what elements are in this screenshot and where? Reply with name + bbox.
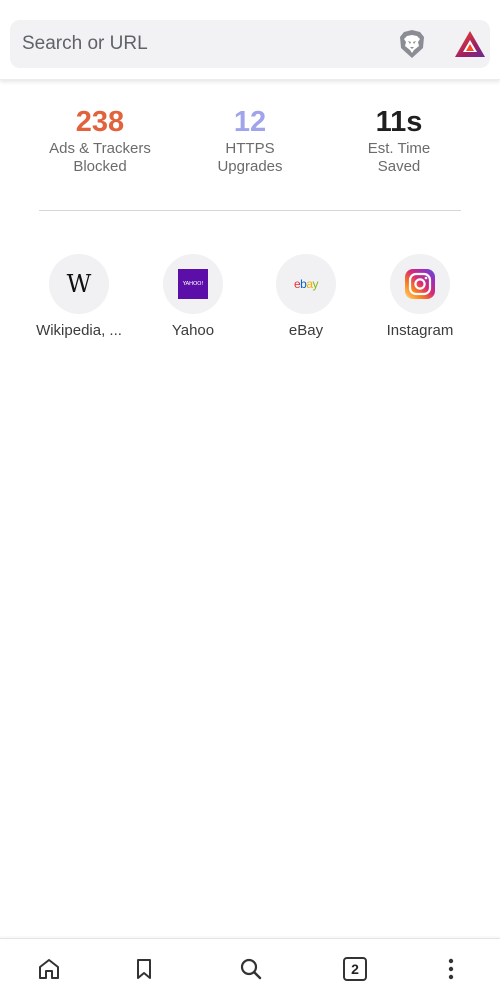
menu-button[interactable]: [436, 954, 466, 984]
new-tab-page: 238 Ads & Trackers Blocked 12 HTTPS Upgr…: [0, 0, 500, 1000]
menu-icon: [448, 958, 454, 980]
top-site-label: Yahoo: [171, 322, 215, 339]
stat-label: Saved: [377, 158, 421, 175]
tabs-icon: 2: [343, 957, 367, 981]
stat-time-saved: 11s Est. Time Saved: [324, 104, 474, 176]
top-site-yahoo[interactable]: YAHOO! Yahoo: [136, 254, 250, 339]
instagram-icon: [390, 254, 450, 314]
bottom-toolbar: 2: [0, 938, 500, 1000]
top-site-ebay[interactable]: ebay eBay: [249, 254, 363, 339]
bookmark-icon: [137, 959, 151, 979]
ebay-icon: ebay: [276, 254, 336, 314]
wikipedia-icon: W: [49, 254, 109, 314]
search-button[interactable]: [236, 954, 266, 984]
brave-shields-icon[interactable]: [396, 28, 428, 60]
tab-count: 2: [351, 961, 359, 977]
tabs-button[interactable]: 2: [340, 954, 370, 984]
stat-ads-trackers-blocked: 238 Ads & Trackers Blocked: [25, 104, 175, 176]
stat-label: Blocked: [73, 158, 127, 175]
search-bar[interactable]: [10, 20, 490, 68]
stat-value: 12: [233, 106, 267, 138]
stat-value: 11s: [375, 106, 423, 138]
stat-https-upgrades: 12 HTTPS Upgrades: [175, 104, 325, 176]
top-site-wikipedia[interactable]: W Wikipedia, ...: [22, 254, 136, 339]
stat-value: 238: [75, 106, 125, 138]
home-icon: [39, 959, 59, 979]
bookmarks-button[interactable]: [129, 954, 159, 984]
brave-rewards-icon[interactable]: [454, 30, 486, 58]
top-toolbar: [0, 0, 500, 80]
top-site-instagram[interactable]: Instagram: [363, 254, 477, 339]
top-site-label: Instagram: [386, 322, 454, 339]
divider: [39, 210, 461, 211]
home-button[interactable]: [34, 954, 64, 984]
stat-label: Upgrades: [217, 158, 283, 175]
stat-label: HTTPS: [225, 140, 275, 157]
privacy-stats: 238 Ads & Trackers Blocked 12 HTTPS Upgr…: [0, 104, 500, 194]
top-site-label: eBay: [288, 322, 324, 339]
stat-label: Est. Time: [367, 140, 431, 157]
search-icon: [240, 958, 262, 980]
stat-label: Ads & Trackers: [49, 140, 151, 157]
yahoo-icon: YAHOO!: [163, 254, 223, 314]
top-site-label: Wikipedia, ...: [36, 322, 122, 339]
